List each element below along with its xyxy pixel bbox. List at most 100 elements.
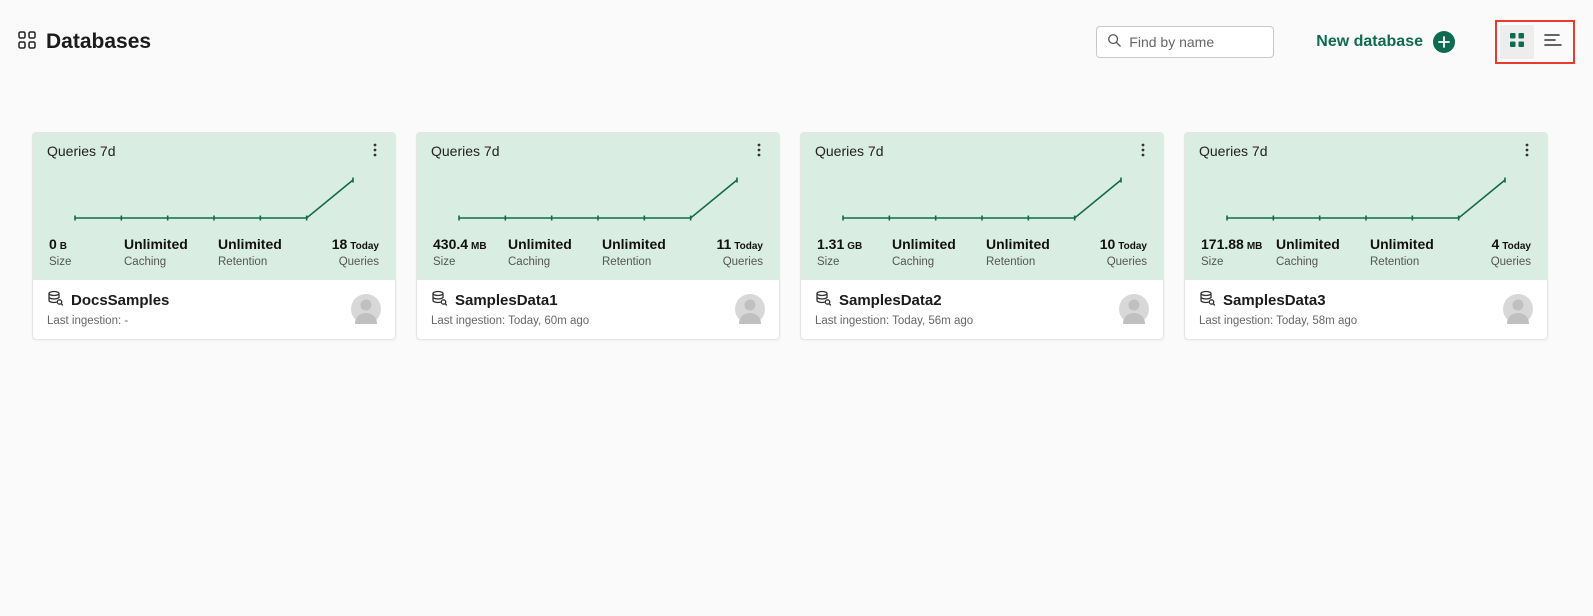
queries-7d-label: Queries 7d (815, 143, 883, 159)
retention-value: Unlimited (218, 236, 282, 252)
list-view-button[interactable] (1536, 25, 1570, 59)
queries-7d-label: Queries 7d (431, 143, 499, 159)
view-toggle (1495, 20, 1575, 64)
metric-retention: Unlimited Retention (986, 236, 1082, 268)
queries-chart (69, 174, 359, 224)
last-ingestion: Last ingestion: - (47, 315, 341, 327)
grid-icon (1509, 32, 1525, 53)
database-cards-grid: Queries 7d 0B Size (18, 132, 1575, 340)
retention-label: Retention (602, 256, 698, 268)
person-icon (351, 294, 381, 324)
grid-view-button[interactable] (1500, 25, 1534, 59)
size-value: 171.88 (1201, 236, 1244, 252)
search-icon (1107, 33, 1121, 52)
queries-unit: Today (1502, 241, 1531, 252)
size-unit: MB (471, 241, 487, 252)
queries-chart (453, 174, 743, 224)
queries-label: Queries (1491, 256, 1531, 268)
card-top: Queries 7d 430.4MB Size (417, 133, 779, 280)
size-label: Size (817, 256, 892, 268)
card-top: Queries 7d 171.88MB Size (1185, 133, 1547, 280)
metrics-row: 0B Size Unlimited Caching Unlimited Rete… (47, 236, 381, 268)
page-title: Databases (46, 30, 151, 54)
database-card[interactable]: Queries 7d 171.88MB Size (1184, 132, 1548, 340)
caching-value: Unlimited (892, 236, 956, 252)
card-bottom: DocsSamples Last ingestion: - (33, 280, 395, 339)
queries-unit: Today (734, 241, 763, 252)
database-name: SamplesData1 (455, 292, 558, 309)
caching-value: Unlimited (124, 236, 188, 252)
plus-icon (1433, 31, 1455, 53)
queries-value: 4 (1491, 236, 1499, 252)
database-name: DocsSamples (71, 292, 169, 309)
queries-value: 11 (716, 236, 731, 252)
queries-unit: Today (1118, 241, 1147, 252)
owner-avatar[interactable] (1119, 294, 1149, 324)
new-database-label: New database (1316, 33, 1423, 51)
metric-size: 0B Size (49, 236, 124, 268)
retention-label: Retention (1370, 256, 1466, 268)
search-input[interactable] (1129, 34, 1263, 50)
more-vertical-icon (1525, 143, 1529, 157)
metric-size: 430.4MB Size (433, 236, 508, 268)
card-bottom: SamplesData2 Last ingestion: Today, 56m … (801, 280, 1163, 339)
card-more-button[interactable] (1521, 139, 1533, 166)
owner-avatar[interactable] (735, 294, 765, 324)
queries-7d-label: Queries 7d (1199, 143, 1267, 159)
queries-chart (1221, 174, 1511, 224)
database-name: SamplesData3 (1223, 292, 1326, 309)
metric-caching: Unlimited Caching (124, 236, 218, 268)
caching-value: Unlimited (1276, 236, 1340, 252)
search-box[interactable] (1096, 26, 1274, 58)
person-icon (1503, 294, 1533, 324)
more-vertical-icon (373, 143, 377, 157)
last-ingestion: Last ingestion: Today, 58m ago (1199, 315, 1493, 327)
database-card[interactable]: Queries 7d 0B Size (32, 132, 396, 340)
card-more-button[interactable] (1137, 139, 1149, 166)
caching-label: Caching (508, 256, 602, 268)
card-bottom: SamplesData3 Last ingestion: Today, 58m … (1185, 280, 1547, 339)
more-vertical-icon (1141, 143, 1145, 157)
queries-value: 18 (332, 236, 348, 252)
queries-label: Queries (1107, 256, 1147, 268)
database-icon (47, 290, 63, 311)
queries-7d-label: Queries 7d (47, 143, 115, 159)
size-label: Size (1201, 256, 1276, 268)
size-label: Size (49, 256, 124, 268)
owner-avatar[interactable] (1503, 294, 1533, 324)
databases-icon (18, 31, 36, 54)
person-icon (1119, 294, 1149, 324)
last-ingestion: Last ingestion: Today, 60m ago (431, 315, 725, 327)
metric-size: 171.88MB Size (1201, 236, 1276, 268)
caching-label: Caching (1276, 256, 1370, 268)
metric-retention: Unlimited Retention (602, 236, 698, 268)
more-vertical-icon (757, 143, 761, 157)
metrics-row: 430.4MB Size Unlimited Caching Unlimited… (431, 236, 765, 268)
retention-value: Unlimited (602, 236, 666, 252)
queries-unit: Today (350, 241, 379, 252)
metric-queries: 18Today Queries (314, 236, 379, 268)
size-value: 430.4 (433, 236, 468, 252)
size-unit: B (60, 241, 67, 252)
page-header: Databases New database (18, 20, 1575, 64)
queries-label: Queries (339, 256, 379, 268)
metric-queries: 4Today Queries (1466, 236, 1531, 268)
queries-value: 10 (1100, 236, 1116, 252)
retention-value: Unlimited (1370, 236, 1434, 252)
database-name: SamplesData2 (839, 292, 942, 309)
card-top: Queries 7d 1.31GB Size (801, 133, 1163, 280)
metrics-row: 1.31GB Size Unlimited Caching Unlimited … (815, 236, 1149, 268)
database-card[interactable]: Queries 7d 430.4MB Size (416, 132, 780, 340)
metrics-row: 171.88MB Size Unlimited Caching Unlimite… (1199, 236, 1533, 268)
caching-label: Caching (124, 256, 218, 268)
database-card[interactable]: Queries 7d 1.31GB Size (800, 132, 1164, 340)
metric-queries: 11Today Queries (698, 236, 763, 268)
list-icon (1544, 32, 1562, 53)
owner-avatar[interactable] (351, 294, 381, 324)
card-more-button[interactable] (753, 139, 765, 166)
card-more-button[interactable] (369, 139, 381, 166)
queries-chart (837, 174, 1127, 224)
new-database-button[interactable]: New database (1316, 31, 1455, 53)
retention-label: Retention (218, 256, 314, 268)
card-top: Queries 7d 0B Size (33, 133, 395, 280)
